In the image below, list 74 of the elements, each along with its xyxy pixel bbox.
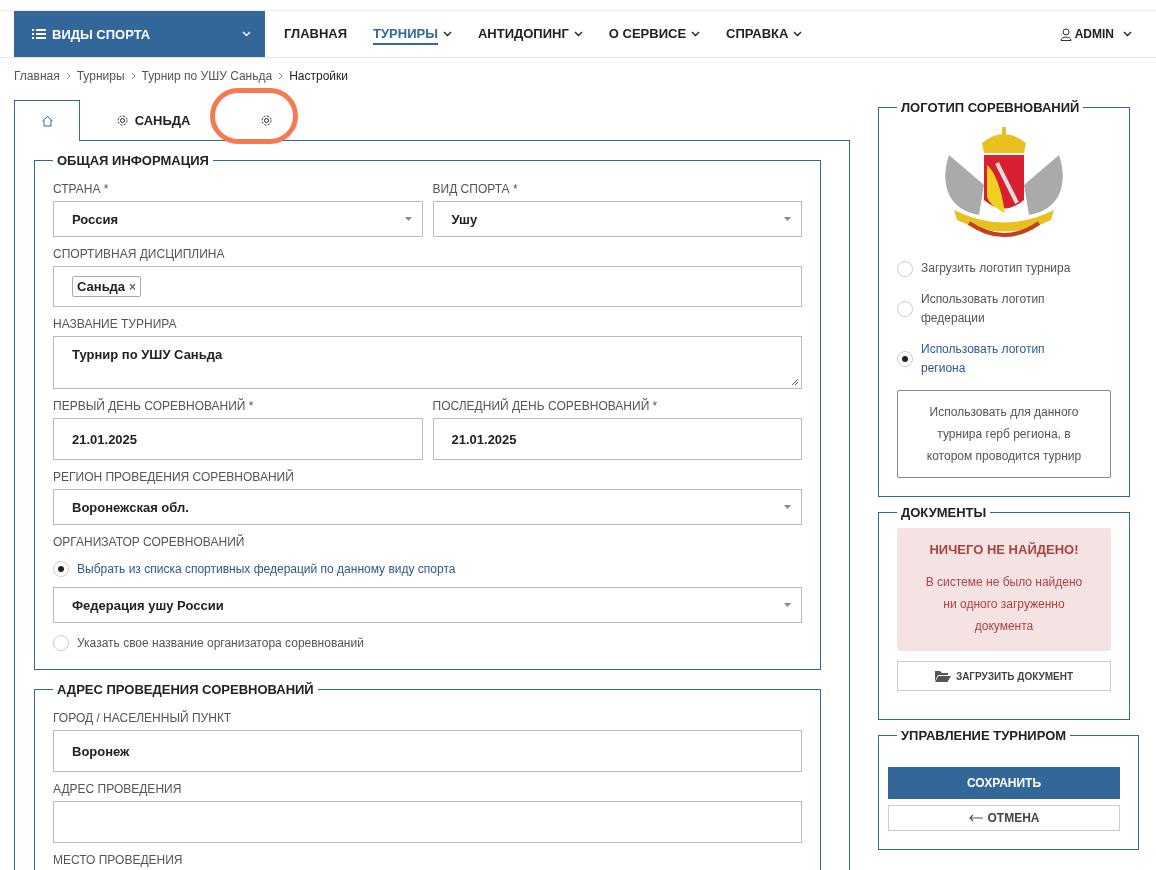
radio-label: Использовать логотип региона — [921, 341, 1046, 377]
tag-label: Саньда — [77, 279, 126, 294]
nav-menu-item[interactable]: СПРАВКА — [713, 11, 816, 57]
user-icon — [1059, 27, 1072, 41]
field-label: АДРЕС ПРОВЕДЕНИЯ — [53, 782, 183, 796]
field-label: ГОРОД / НАСЕЛЕННЫЙ ПУНКТ — [53, 711, 233, 725]
dropdown-arrow-icon — [784, 217, 791, 221]
section-title: ОБЩАЯ ИНФОРМАЦИЯ — [56, 153, 210, 168]
breadcrumb-link[interactable]: Турниры — [76, 69, 125, 83]
cancel-button[interactable]: ОТМЕНА — [888, 805, 1120, 831]
resize-grip-icon — [791, 378, 799, 386]
input-field[interactable]: Воронеж — [53, 730, 802, 772]
chevron-icon — [130, 72, 136, 80]
sports-menu-button[interactable]: ВИДЫ СПОРТА — [14, 11, 265, 57]
panel-title: ЛОГОТИП СОРЕВНОВАНИЙ — [900, 100, 1081, 115]
field-label: МЕСТО ПРОВЕДЕНИЯ — [53, 853, 184, 867]
caret-icon — [691, 31, 701, 37]
folder-icon — [934, 670, 951, 682]
tab[interactable] — [14, 100, 80, 141]
dropdown-arrow-icon — [784, 505, 791, 509]
nav-menu-item[interactable]: ТУРНИРЫ — [360, 11, 465, 57]
caret-icon — [793, 31, 803, 37]
caret-icon — [573, 31, 583, 37]
field-label: РЕГИОН ПРОВЕДЕНИЯ СОРЕВНОВАНИЙ — [53, 470, 295, 484]
breadcrumb-link[interactable]: Главная — [14, 69, 60, 83]
dropdown-arrow-icon — [784, 603, 791, 607]
field-label: ВИД СПОРТА * — [432, 182, 519, 196]
alert-title: НИЧЕГО НЕ НАЙДЕНО! — [928, 542, 1080, 557]
select-field[interactable]: Федерация ушу России — [53, 587, 802, 623]
nav-menu-item[interactable]: О СЕРВИСЕ — [595, 11, 714, 57]
breadcrumb-link[interactable]: Турнир по УШУ Саньда — [141, 69, 273, 83]
field-label: ОРГАНИЗАТОР СОРЕВНОВАНИЙ — [53, 535, 246, 549]
arrow-left-icon — [968, 814, 983, 822]
field-label: СПОРТИВНАЯ ДИСЦИПЛИНА — [53, 247, 226, 261]
nav-menu-item[interactable]: ГЛАВНАЯ — [271, 11, 361, 57]
select-field[interactable]: Воронежская обл. — [53, 489, 802, 525]
settings-icon — [115, 114, 129, 127]
select-field[interactable]: Ушу — [432, 201, 802, 237]
caret-icon — [242, 31, 251, 37]
breadcrumb-current: Настройки — [289, 69, 348, 83]
menu-icon — [32, 28, 46, 40]
chevron-icon — [278, 72, 284, 80]
tab[interactable]: САНЬДА — [80, 100, 226, 140]
menu-label: ВИДЫ СПОРТА — [52, 26, 152, 42]
panel-title: ДОКУМЕНТЫ — [900, 505, 988, 520]
dropdown-arrow-icon — [404, 217, 412, 221]
radio-label: Выбрать из списка спортивных федераций по данному виду спорта — [77, 562, 456, 576]
radio-label: Указать свое название организатора соревнований — [77, 636, 364, 650]
input-field[interactable] — [53, 801, 802, 843]
tag-input-field[interactable]: Саньда × — [53, 266, 802, 307]
remove-tag-button[interactable]: × — [129, 279, 137, 294]
info-note: Использовать для данного турнира герб региона, в котором проводится турнир — [897, 390, 1111, 478]
home-icon — [40, 115, 54, 127]
panel-title: УПРАВЛЕНИЕ ТУРНИРОМ — [900, 728, 1068, 743]
field-label: СТРАНА * — [53, 182, 110, 196]
upload-document-button[interactable]: ЗАГРУЗИТЬ ДОКУМЕНТ — [897, 661, 1111, 691]
field-label: ПЕРВЫЙ ДЕНЬ СОРЕВНОВАНИЙ * — [53, 399, 255, 413]
settings-icon — [259, 114, 273, 127]
caret-icon — [442, 31, 452, 37]
radio-label: Загрузить логотип турнира — [921, 260, 1072, 277]
nav-menu-item[interactable]: АНТИДОПИНГ — [464, 11, 596, 57]
text-area[interactable]: Турнир по УШУ Саньда — [53, 336, 802, 389]
caret-icon — [1123, 31, 1132, 37]
radio-label: Использовать логотип федерации — [921, 291, 1046, 327]
input-field[interactable]: 21.01.2025 — [432, 418, 802, 460]
chevron-icon — [65, 72, 71, 80]
field-label: ПОСЛЕДНИЙ ДЕНЬ СОРЕВНОВАНИЙ * — [432, 399, 659, 413]
alert-text: В системе не было найдено ни одного загруженно документа — [924, 574, 1084, 635]
input-field[interactable]: 21.01.2025 — [53, 418, 423, 460]
select-field[interactable]: Россия — [53, 201, 423, 237]
save-button[interactable]: СОХРАНИТЬ — [888, 767, 1120, 799]
user-menu[interactable]: ADMIN — [1059, 27, 1132, 41]
section-title: АДРЕС ПРОВЕДЕНИЯ СОРЕВНОВАНИЙ — [56, 682, 315, 697]
field-label: НАЗВАНИЕ ТУРНИРА — [53, 317, 178, 331]
